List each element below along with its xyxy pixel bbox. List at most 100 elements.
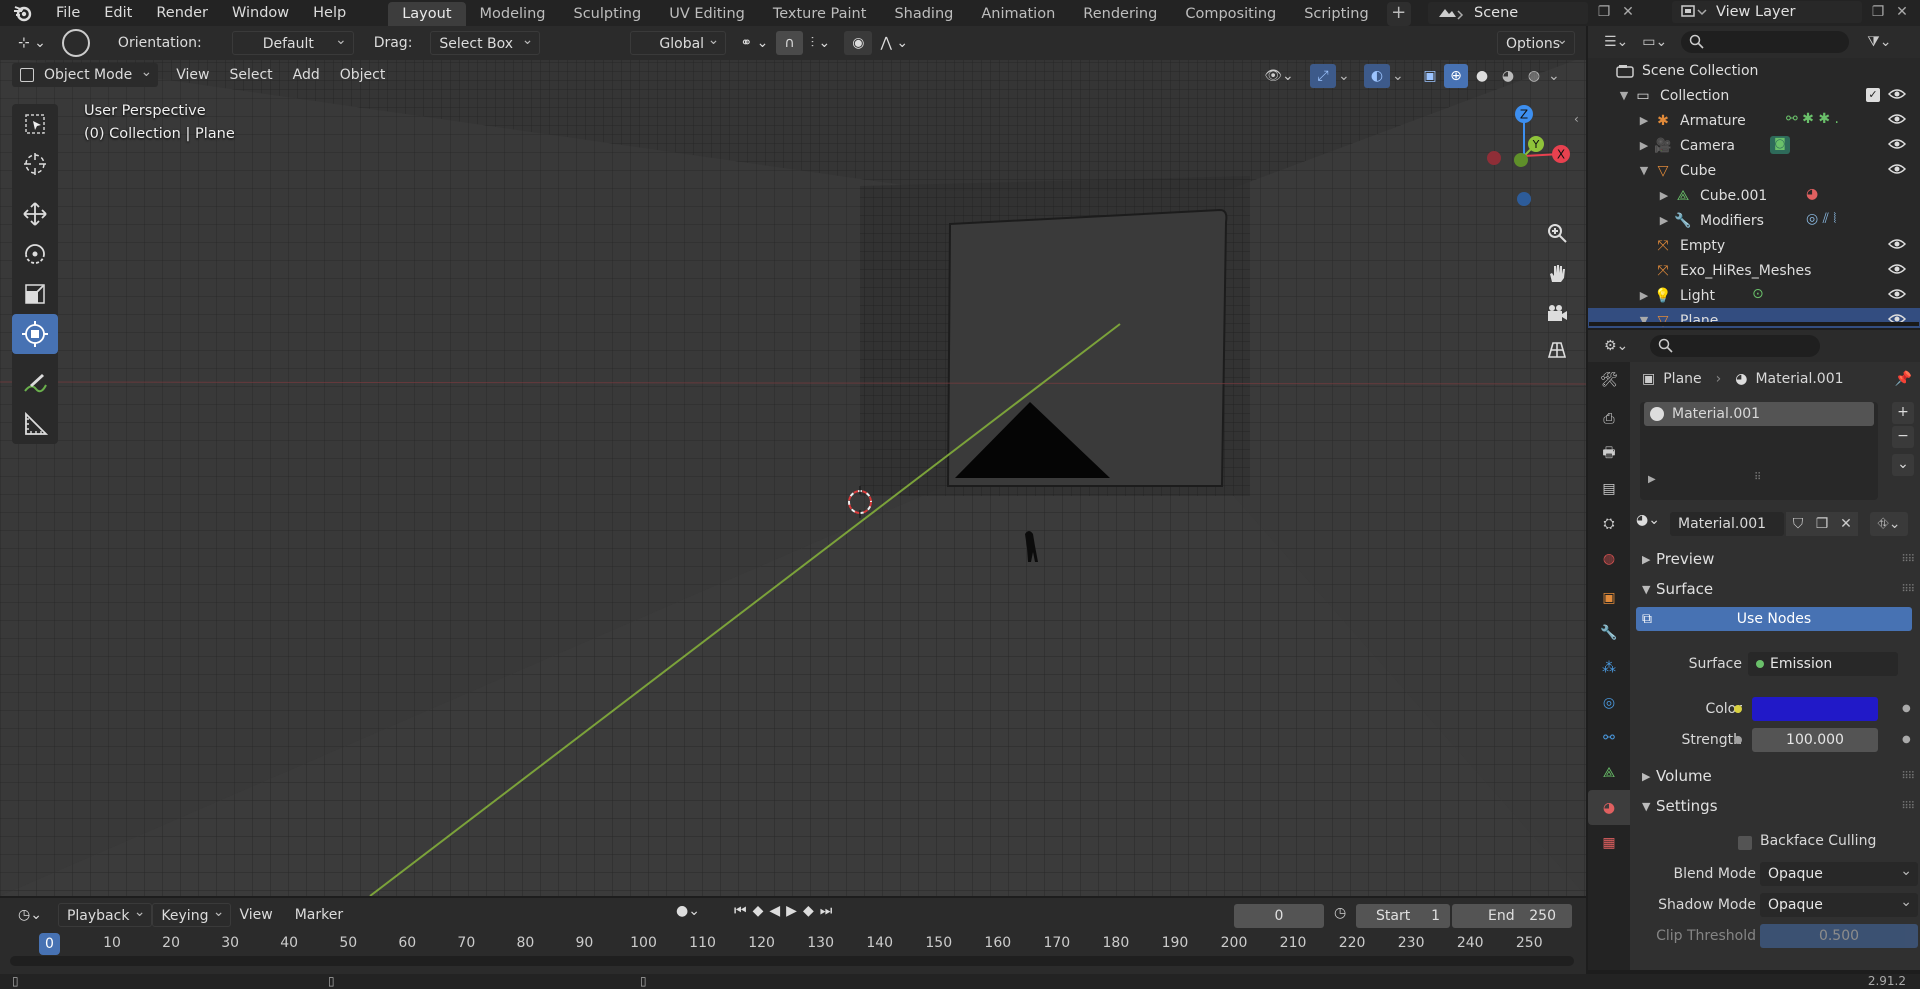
settings-panel-header[interactable]: ▼ Settings ⠿⠿ bbox=[1630, 791, 1920, 821]
tab-material[interactable]: ◕ bbox=[1588, 790, 1630, 825]
menu-edit[interactable]: Edit bbox=[92, 0, 144, 26]
surface-shader-field[interactable]: Emission bbox=[1748, 651, 1898, 676]
menu-view[interactable]: View bbox=[166, 63, 219, 87]
tab-tool[interactable]: 🛠 bbox=[1588, 362, 1630, 397]
drag-grip-icon[interactable]: ⠿⠿ bbox=[1901, 771, 1915, 782]
expanded-triangle-icon[interactable]: ▼ bbox=[1636, 164, 1652, 177]
menu-select[interactable]: Select bbox=[219, 63, 282, 87]
expanded-triangle-icon[interactable]: ▼ bbox=[1616, 89, 1632, 102]
tab-compositing[interactable]: Compositing bbox=[1171, 2, 1290, 26]
color-socket-icon[interactable] bbox=[1734, 705, 1742, 713]
duplicate-material-icon[interactable]: ❐ bbox=[1810, 512, 1834, 536]
jump-end-icon[interactable]: ⏭ bbox=[820, 903, 839, 919]
add-workspace-button[interactable]: + bbox=[1386, 2, 1411, 26]
menu-window[interactable]: Window bbox=[220, 0, 301, 26]
gizmo-neg-x-axis[interactable] bbox=[1487, 151, 1501, 165]
surface-panel-header[interactable]: ▼ Surface ⠿⠿ bbox=[1630, 574, 1920, 604]
outliner-editor-type-icon[interactable]: ☰⌄ bbox=[1604, 34, 1628, 50]
use-nodes-button[interactable]: ⧉ Use Nodes bbox=[1636, 607, 1912, 631]
gizmo-toggle-icon[interactable]: ⤢ bbox=[1310, 64, 1336, 88]
tab-object[interactable]: ▣ bbox=[1588, 580, 1630, 615]
visibility-eye-icon[interactable]: 👁⌄ bbox=[1264, 68, 1294, 84]
browse-material-icon[interactable]: ◕⌄ bbox=[1636, 512, 1670, 536]
falloff-icon[interactable]: ⋀ ⌄ bbox=[872, 31, 916, 55]
tab-modifiers[interactable]: 🔧 bbox=[1588, 615, 1630, 650]
scene-collection-row[interactable]: Scene Collection bbox=[1588, 58, 1920, 83]
clip-threshold-field[interactable]: 0.500 bbox=[1760, 923, 1918, 948]
volume-panel-header[interactable]: ▶ Volume ⠿⠿ bbox=[1630, 761, 1920, 791]
value-socket-icon[interactable] bbox=[1734, 736, 1742, 744]
current-frame-indicator[interactable]: 0 bbox=[39, 933, 60, 955]
slot-specials-button[interactable]: ⌄ bbox=[1892, 454, 1914, 476]
visibility-eye-icon[interactable] bbox=[1887, 237, 1907, 253]
menu-object[interactable]: Object bbox=[330, 63, 396, 87]
zoom-icon[interactable] bbox=[1540, 216, 1574, 250]
transform-pivot-icon[interactable] bbox=[61, 29, 90, 57]
menu-add[interactable]: Add bbox=[283, 63, 330, 87]
scene-field[interactable]: Scene bbox=[1428, 2, 1588, 24]
orientation-dropdown[interactable]: Default bbox=[231, 28, 354, 55]
blend-mode-dropdown[interactable]: Opaque ⌄ bbox=[1760, 861, 1918, 886]
gizmo-neg-y-axis[interactable] bbox=[1514, 153, 1528, 167]
3d-viewport[interactable]: ⊹ ⌄ Orientation: Default Drag: Select Bo… bbox=[0, 26, 1586, 896]
outliner-row[interactable]: ▶ ✱ Armature ⚯ ✱ ✱ . bbox=[1588, 108, 1920, 133]
shading-dropdown-icon[interactable]: ⌄ bbox=[1548, 68, 1564, 84]
tab-animation[interactable]: Animation bbox=[967, 2, 1069, 26]
resize-grip-icon[interactable]: ⠿ bbox=[1754, 472, 1761, 483]
collapsed-triangle-icon[interactable]: ▶ bbox=[1656, 189, 1672, 202]
tab-output[interactable]: 🖶 bbox=[1588, 436, 1630, 471]
tab-constraints[interactable]: ⚯ bbox=[1588, 720, 1630, 755]
color-swatch[interactable] bbox=[1752, 696, 1878, 721]
tab-view-layer[interactable]: ▤ bbox=[1588, 471, 1630, 506]
tab-modeling[interactable]: Modeling bbox=[466, 2, 560, 26]
snap-icon[interactable]: ∩ bbox=[776, 31, 803, 55]
jump-start-icon[interactable]: ⏮ bbox=[734, 903, 753, 919]
collapsed-triangle-icon[interactable]: ▶ bbox=[1636, 289, 1652, 302]
unlink-material-icon[interactable]: ✕ bbox=[1834, 512, 1858, 536]
scale-tool[interactable] bbox=[12, 274, 58, 314]
measure-tool[interactable] bbox=[12, 404, 58, 444]
preview-panel-header[interactable]: ▶ Preview ⠿⠿ bbox=[1630, 544, 1920, 574]
frame-ruler[interactable]: 0 10 20 30 40 50 60 70 80 90 100 110 120 130 140 150 160… bbox=[0, 932, 1586, 956]
tab-rendering[interactable]: Rendering bbox=[1069, 2, 1171, 26]
annotate-tool[interactable] bbox=[12, 364, 58, 404]
pan-hand-icon[interactable] bbox=[1540, 256, 1574, 290]
outliner-row[interactable]: ⤧ Empty bbox=[1588, 233, 1920, 258]
delete-scene-icon[interactable]: ✕ bbox=[1618, 3, 1638, 23]
tab-texture[interactable]: ▦ bbox=[1588, 825, 1630, 860]
transform-tool[interactable] bbox=[12, 314, 58, 354]
drag-grip-icon[interactable]: ⠿⠿ bbox=[1901, 554, 1915, 565]
next-keyframe-icon[interactable]: ◆ bbox=[803, 903, 820, 919]
fake-user-icon[interactable]: ⛉ bbox=[1786, 512, 1810, 536]
playback-menu[interactable]: Playback bbox=[57, 900, 153, 927]
outliner-row[interactable]: ▶ 🎥 Camera ◙ bbox=[1588, 133, 1920, 158]
start-frame-field[interactable]: Start 1 bbox=[1356, 904, 1450, 928]
tab-uv-editing[interactable]: UV Editing bbox=[655, 2, 759, 26]
object-mode-dropdown[interactable]: Object Mode ⌄ bbox=[12, 63, 159, 87]
ortho-grid-icon[interactable] bbox=[1540, 332, 1574, 366]
collapsed-triangle-icon[interactable]: ▶ bbox=[1636, 114, 1652, 127]
record-keyframe-icon[interactable]: ●⌄ bbox=[676, 903, 700, 919]
transform-space-dropdown[interactable]: Global bbox=[630, 28, 727, 55]
timeline-view-menu[interactable]: View bbox=[231, 903, 280, 927]
expand-triangle-icon[interactable]: ▶ bbox=[1648, 474, 1656, 485]
material-name-field[interactable]: Material.001 bbox=[1670, 512, 1784, 536]
filter-icon[interactable]: ⧩⌄ bbox=[1867, 34, 1891, 50]
rotate-tool[interactable] bbox=[12, 234, 58, 274]
editor-type-icon[interactable]: ⊹ ⌄ bbox=[10, 31, 54, 55]
strength-field[interactable]: 100.000 bbox=[1752, 727, 1878, 752]
properties-search-input[interactable] bbox=[1650, 335, 1821, 357]
remove-slot-button[interactable]: − bbox=[1892, 426, 1914, 448]
wireframe-shading-icon[interactable]: ⊕ bbox=[1444, 64, 1468, 88]
tab-sculpting[interactable]: Sculpting bbox=[559, 2, 655, 26]
tab-shading[interactable]: Shading bbox=[880, 2, 967, 26]
outliner-row[interactable]: ▶ 🔧 Modifiers ◎ ⫽ ⦚ bbox=[1588, 208, 1920, 233]
menu-help[interactable]: Help bbox=[301, 0, 358, 26]
gizmo-dropdown-icon[interactable]: ⌄ bbox=[1338, 68, 1354, 84]
visibility-eye-icon[interactable] bbox=[1887, 287, 1907, 303]
drag-dropdown[interactable]: Select Box bbox=[430, 28, 541, 55]
visibility-eye-icon[interactable] bbox=[1887, 112, 1907, 128]
keying-menu[interactable]: Keying bbox=[152, 900, 232, 927]
tab-texture-paint[interactable]: Texture Paint bbox=[759, 2, 881, 26]
tab-render[interactable]: ⎙ bbox=[1588, 401, 1630, 436]
